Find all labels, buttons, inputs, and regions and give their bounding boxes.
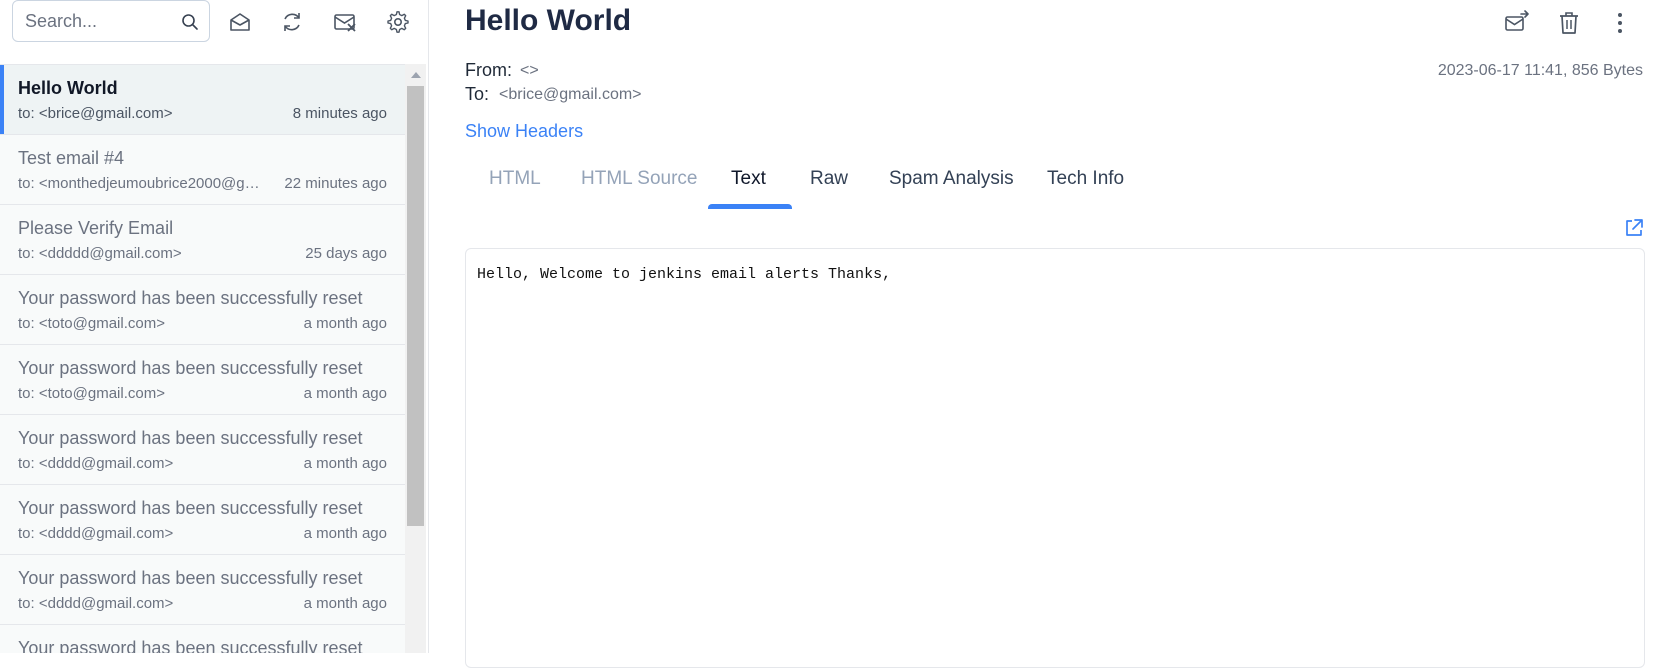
- email-subject: Your password has been successfully rese…: [18, 568, 363, 588]
- email-list-item[interactable]: Your password has been successfully rese…: [0, 415, 405, 485]
- email-subject: Your password has been successfully rese…: [18, 638, 363, 653]
- email-list-item[interactable]: Your password has been successfully rese…: [0, 275, 405, 345]
- settings-icon[interactable]: [386, 10, 410, 34]
- email-recipient: to: <dddd@gmail.com>: [18, 455, 174, 472]
- mark-read-icon[interactable]: [228, 10, 252, 34]
- email-subject: Your password has been successfully rese…: [18, 358, 363, 378]
- email-recipient: to: <ddddd@gmail.com>: [18, 245, 182, 262]
- search-icon[interactable]: [181, 13, 199, 31]
- show-headers-link[interactable]: Show Headers: [465, 121, 583, 142]
- email-time: a month ago: [303, 385, 387, 402]
- tab-html-source[interactable]: HTML Source: [581, 168, 698, 190]
- to-label: To:: [465, 84, 490, 104]
- email-list-item[interactable]: Your password has been successfully rese…: [0, 555, 405, 625]
- email-recipient: to: <dddd@gmail.com>: [18, 525, 174, 542]
- email-list-scrollbar[interactable]: [405, 64, 426, 653]
- email-subject: Your password has been successfully rese…: [18, 498, 363, 518]
- email-recipient: to: <toto@gmail.com>: [18, 385, 165, 402]
- email-subject: Please Verify Email: [18, 218, 174, 238]
- active-tab-indicator: [708, 204, 792, 209]
- to-value: <brice@gmail.com>: [499, 86, 642, 103]
- email-sidebar: Hello World to: <brice@gmail.com> 8 minute…: [0, 0, 429, 653]
- email-list-item[interactable]: Your password has been successfully rese…: [0, 345, 405, 415]
- email-list: Hello World to: <brice@gmail.com> 8 minute…: [0, 64, 405, 653]
- trash-icon[interactable]: [1556, 10, 1582, 36]
- tab-html[interactable]: HTML: [489, 168, 541, 190]
- email-time: 8 minutes ago: [292, 105, 387, 122]
- email-time: 22 minutes ago: [284, 175, 387, 192]
- from-label: From:: [465, 60, 512, 80]
- email-list-item[interactable]: Your password has been successfully rese…: [0, 485, 405, 555]
- email-subject: Your password has been successfully rese…: [18, 288, 363, 308]
- delete-all-icon[interactable]: [333, 10, 357, 34]
- message-view: Hello World From: <> To: <brice@gmail.co…: [429, 0, 1669, 668]
- scroll-thumb[interactable]: [407, 86, 424, 526]
- email-time: 25 days ago: [305, 245, 387, 262]
- message-title: Hello World: [465, 4, 632, 37]
- tab-spam-analysis[interactable]: Spam Analysis: [889, 168, 1014, 190]
- email-time: a month ago: [303, 455, 387, 472]
- email-recipient: to: <brice@gmail.com>: [18, 105, 173, 122]
- message-body-text: Hello, Welcome to jenkins email alerts T…: [477, 266, 892, 283]
- refresh-icon[interactable]: [280, 10, 304, 34]
- message-body: Hello, Welcome to jenkins email alerts T…: [465, 248, 1645, 668]
- forward-icon[interactable]: [1504, 10, 1530, 36]
- tab-text[interactable]: Text: [731, 168, 766, 190]
- scroll-up-arrow[interactable]: [411, 72, 421, 78]
- email-time: a month ago: [303, 315, 387, 332]
- email-list-item[interactable]: Test email #4 to: <monthedjeumoubrice2000…: [0, 135, 405, 205]
- tab-raw[interactable]: Raw: [810, 168, 848, 190]
- open-external-icon[interactable]: [1623, 217, 1645, 239]
- search-box[interactable]: [12, 0, 210, 42]
- message-date-size: 2023-06-17 11:41, 856 Bytes: [1437, 62, 1643, 79]
- email-recipient: to: <dddd@gmail.com>: [18, 595, 174, 612]
- email-recipient: to: <monthedjeumoubrice2000@gmail.com>: [18, 175, 270, 192]
- email-list-item[interactable]: Your password has been successfully rese…: [0, 625, 405, 653]
- sidebar-toolbar: [0, 0, 428, 64]
- email-recipient: to: <toto@gmail.com>: [18, 315, 165, 332]
- email-list-item[interactable]: Please Verify Email to: <ddddd@gmail.com>…: [0, 205, 405, 275]
- email-subject: Hello World: [18, 78, 118, 98]
- email-time: a month ago: [303, 595, 387, 612]
- email-subject: Test email #4: [18, 148, 125, 168]
- from-value: <>: [520, 62, 539, 79]
- email-subject: Your password has been successfully rese…: [18, 428, 363, 448]
- more-icon[interactable]: [1607, 10, 1633, 36]
- email-list-item[interactable]: Hello World to: <brice@gmail.com> 8 minute…: [0, 65, 405, 135]
- tab-tech-info[interactable]: Tech Info: [1047, 168, 1124, 190]
- message-tabs: HTML HTML Source Text Raw Spam Analysis …: [465, 158, 1645, 212]
- email-time: a month ago: [303, 525, 387, 542]
- search-input[interactable]: [25, 9, 175, 33]
